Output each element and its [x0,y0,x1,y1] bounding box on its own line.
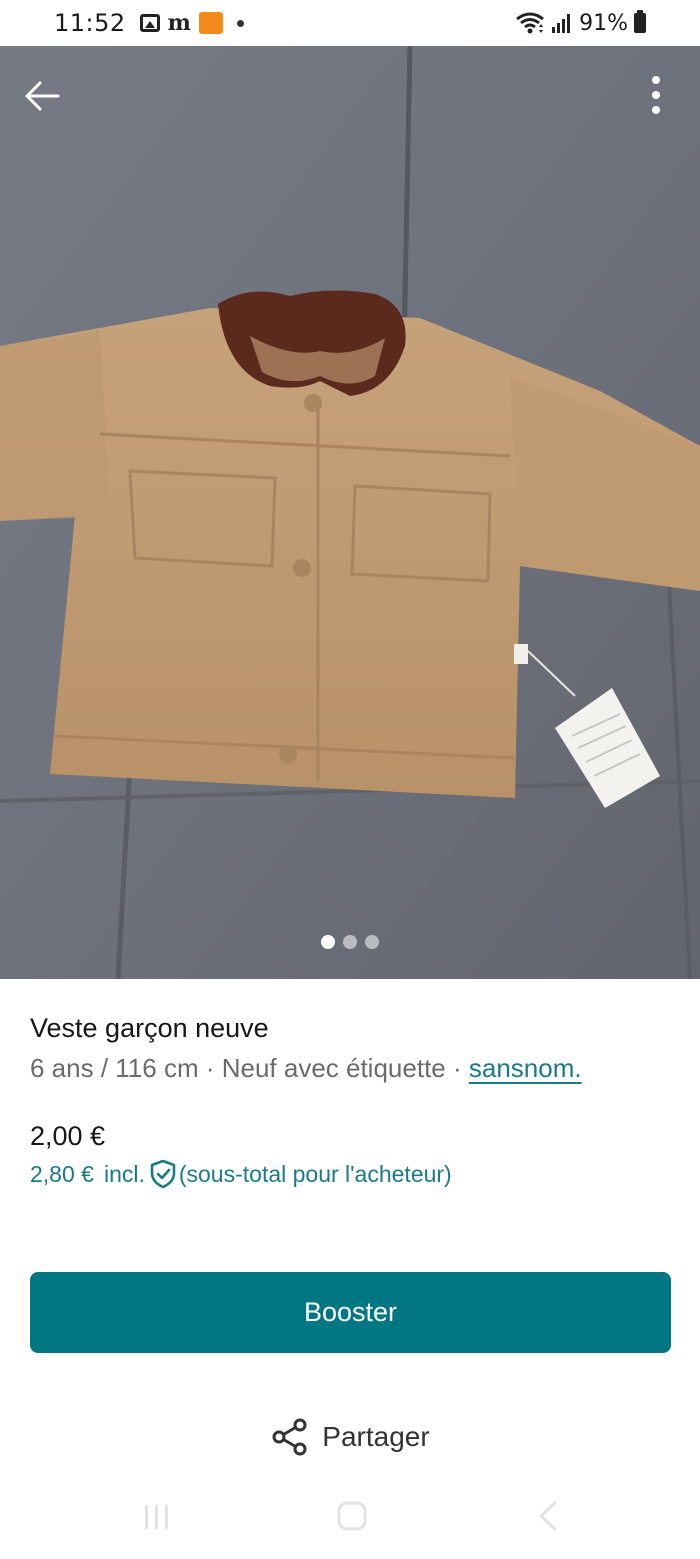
back-arrow-icon[interactable] [22,76,62,116]
item-size-condition: 6 ans / 116 cm · Neuf avec étiquette · [30,1053,469,1083]
buyer-total[interactable]: 2,80 € incl. (sous-total pour l'acheteur… [30,1159,452,1189]
app-badge-icon [198,12,223,34]
jacket-photo-image [0,46,700,979]
product-photo[interactable] [0,46,700,979]
item-details: 6 ans / 116 cm · Neuf avec étiquette · s… [30,1053,582,1084]
recent-apps-icon[interactable] [142,1502,172,1532]
signal-icon [552,14,571,33]
buyer-total-amount: 2,80 € [30,1160,94,1187]
home-icon[interactable] [336,1500,368,1532]
wifi-icon [516,12,545,34]
buyer-total-incl: incl. [103,1160,145,1187]
shield-check-icon [150,1159,176,1189]
notification-dot-icon [236,19,244,27]
item-title: Veste garçon neuve [30,1013,269,1043]
pager-dot-2[interactable] [343,935,357,949]
share-label: Partager [322,1421,430,1452]
share-icon [272,1418,307,1456]
booster-button[interactable]: Booster [30,1272,671,1353]
m-app-icon: m [167,10,191,36]
brand-link[interactable]: sansnom. [469,1053,582,1083]
notification-icons: m [139,10,244,36]
buyer-total-note: (sous-total pour l'acheteur) [178,1160,452,1187]
nav-back-icon[interactable] [536,1500,560,1532]
battery-percentage: 91% [579,10,628,36]
photo-pager [0,935,700,949]
item-price: 2,00 € [30,1121,106,1151]
status-bar: 11:52 m 91% [0,0,700,46]
gallery-icon [139,14,160,32]
share-button[interactable]: Partager [0,1408,700,1466]
more-options-icon[interactable] [636,72,676,118]
pager-dot-1[interactable] [321,935,335,949]
status-time: 11:52 [54,9,126,37]
battery-icon [634,10,646,33]
pager-dot-3[interactable] [365,935,379,949]
system-icons: 91% [515,10,646,36]
